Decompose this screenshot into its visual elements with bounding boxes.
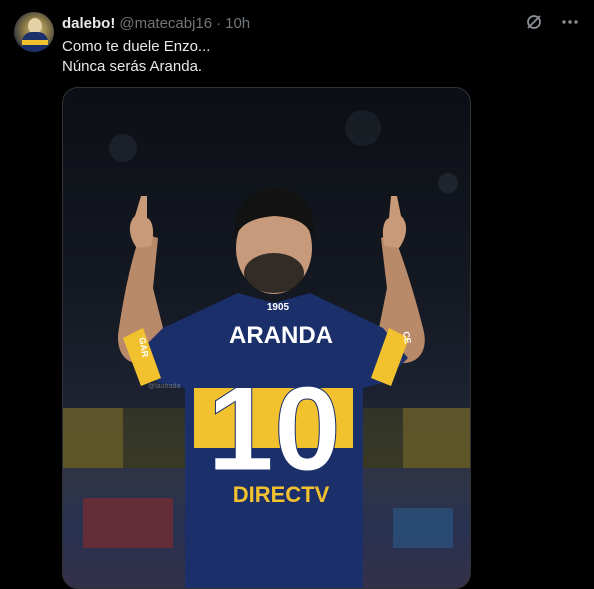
display-name[interactable]: dalebo!: [62, 15, 115, 32]
more-icon[interactable]: [560, 12, 580, 32]
sponsor-text: DIRECTV: [233, 482, 330, 507]
jersey-number: 10: [207, 362, 340, 496]
separator-dot: ·: [216, 14, 222, 32]
avatar[interactable]: [14, 12, 54, 52]
avatar-stripe: [22, 40, 48, 45]
tweet-text: Como te duele Enzo... Núnca serás Aranda…: [62, 37, 562, 77]
tweet-actions: [524, 12, 580, 32]
tweet-text-line-2: Núnca serás Aranda.: [62, 58, 203, 75]
user-handle[interactable]: @matecabj16: [119, 15, 212, 32]
jersey-year: 1905: [267, 302, 290, 313]
grok-icon[interactable]: [524, 12, 544, 32]
tweet-text-line-1: Como te duele Enzo...: [62, 38, 211, 55]
tweet-header: dalebo! @matecabj16 · 10h: [62, 13, 250, 33]
tweet-photo[interactable]: 10 ARANDA 1905 GAR CE DIRECTV @lautrada: [62, 87, 471, 589]
timestamp[interactable]: 10h: [225, 15, 250, 32]
photo-watermark: @lautrada: [148, 383, 181, 390]
jersey-name: ARANDA: [229, 322, 333, 349]
sleeve-right-text: CE: [401, 331, 413, 345]
player-photo: 10 ARANDA 1905 GAR CE DIRECTV @lautrada: [63, 110, 470, 588]
tweet[interactable]: dalebo! @matecabj16 · 10h Como te duele …: [0, 0, 594, 589]
